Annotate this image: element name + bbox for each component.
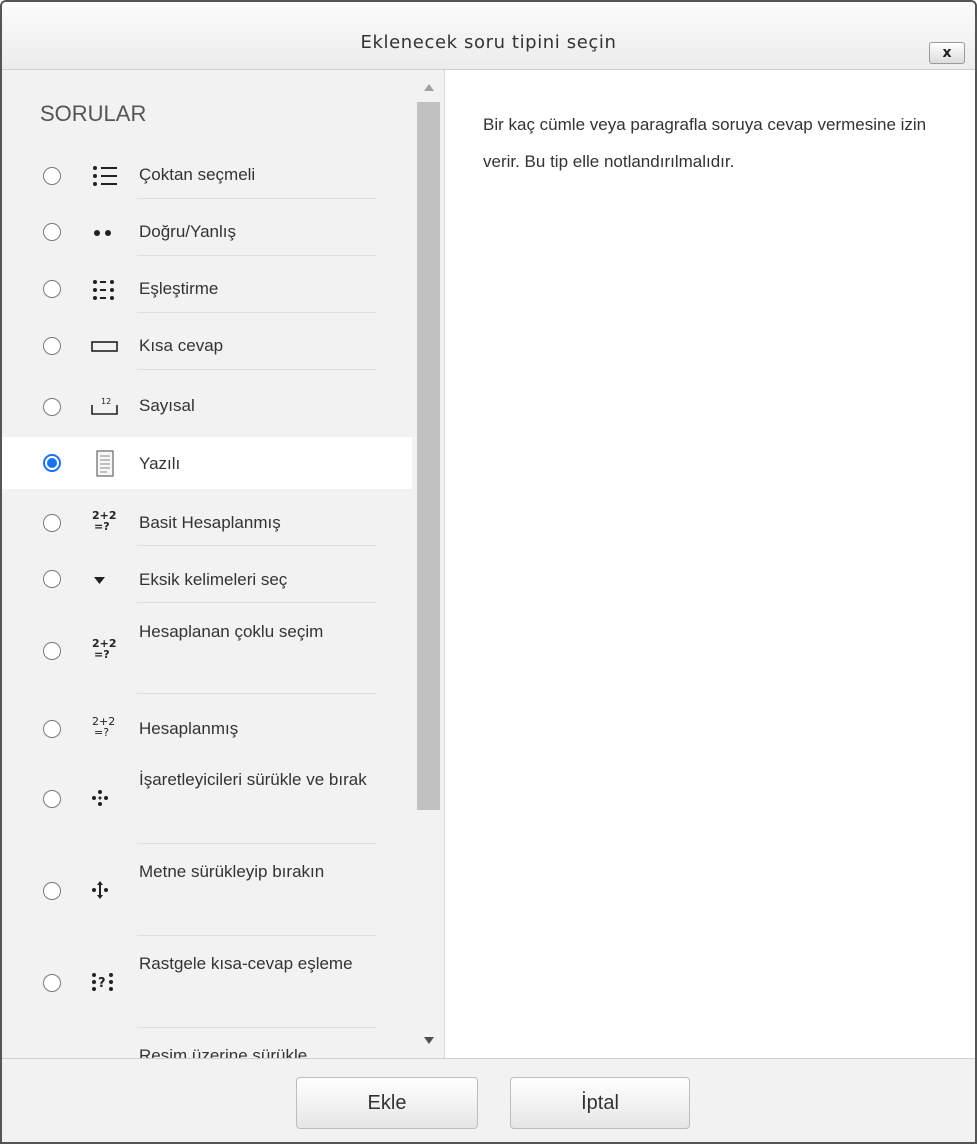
numerical-icon: 12 (91, 397, 118, 415)
dialog-footer: Ekle İptal (2, 1058, 975, 1142)
truefalse-icon (94, 230, 111, 236)
option-essay[interactable]: Yazılı (2, 437, 412, 489)
radio-button[interactable] (43, 337, 61, 355)
option-ddimageortext[interactable]: Resim üzerine sürükle (2, 1028, 412, 1058)
cancel-button[interactable]: İptal (510, 1077, 690, 1129)
radio-button[interactable] (43, 642, 61, 660)
svg-text:?: ? (98, 976, 106, 991)
option-label: Çoktan seçmeli (139, 165, 256, 184)
option-match[interactable]: Eşleştirme (2, 256, 412, 313)
option-label: Sayısal (139, 396, 195, 415)
option-label: Hesaplanan çoklu seçim (139, 622, 324, 641)
question-type-list-panel[interactable]: SORULAR Çoktan seçmeli Doğru/Yanlış Eşle… (2, 70, 445, 1058)
shortanswer-icon (91, 341, 118, 352)
option-label: Yazılı (139, 454, 181, 473)
option-label: Doğru/Yanlış (139, 222, 237, 241)
scroll-thumb[interactable] (417, 102, 440, 810)
radio-button[interactable] (43, 514, 61, 532)
option-label: Hesaplanmış (139, 719, 239, 738)
svg-text:=?: =? (94, 520, 110, 533)
option-randomsamatch[interactable]: ? Rastgele kısa-cevap eşleme (2, 936, 412, 1028)
radio-button[interactable] (43, 570, 61, 588)
option-calculatedmulti[interactable]: 2+2 =? Hesaplanan çoklu seçim (2, 603, 412, 694)
radio-button[interactable] (43, 167, 61, 185)
scroll-up-arrow-icon[interactable] (424, 84, 434, 91)
option-calculated[interactable]: 2+2 =? Hesaplanmış (2, 694, 412, 752)
radio-button[interactable] (43, 790, 61, 808)
option-label: Rastgele kısa-cevap eşleme (139, 954, 353, 973)
option-label: Basit Hesaplanmış (139, 513, 281, 532)
multichoice-icon (93, 166, 117, 186)
option-ddmarker[interactable]: İşaretleyicileri sürükle ve bırak (2, 752, 412, 844)
option-shortanswer[interactable]: Kısa cevap (2, 313, 412, 370)
list-scrollbar[interactable] (412, 70, 444, 1058)
option-numerical[interactable]: 12 Sayısal (2, 370, 412, 437)
randomsamatch-icon: ? (92, 973, 113, 991)
close-icon: x (942, 45, 952, 61)
section-header: SORULAR (40, 101, 147, 126)
option-label: Metne sürükleyip bırakın (139, 862, 325, 881)
ddmarker-icon (92, 790, 108, 806)
radio-button[interactable] (43, 974, 61, 992)
ddwtos-icon (92, 881, 108, 899)
option-label: İşaretleyicileri sürükle ve bırak (139, 770, 367, 789)
svg-text:=?: =? (94, 648, 110, 661)
calculated-icon: 2+2 =? (92, 715, 115, 739)
close-button[interactable]: x (929, 42, 965, 64)
question-type-description: Bir kaç cümle veya paragrafla soruya cev… (483, 115, 927, 171)
radio-button[interactable] (43, 454, 61, 472)
radio-button[interactable] (43, 280, 61, 298)
calculatedsimple-icon: 2+2 =? (92, 509, 117, 533)
radio-button[interactable] (43, 882, 61, 900)
gapselect-icon (94, 577, 105, 584)
option-multichoice[interactable]: Çoktan seçmeli (2, 142, 412, 199)
essay-icon (96, 450, 114, 477)
dialog-title: Eklenecek soru tipini seçin (360, 32, 617, 53)
option-label: Kısa cevap (139, 336, 224, 355)
option-label: Eşleştirme (139, 279, 219, 298)
svg-text:=?: =? (94, 726, 109, 739)
radio-button[interactable] (43, 223, 61, 241)
match-icon (93, 280, 114, 300)
option-label: Eksik kelimeleri seç (139, 570, 288, 589)
add-button[interactable]: Ekle (296, 1077, 478, 1129)
option-calculatedsimple[interactable]: 2+2 =? Basit Hesaplanmış (2, 489, 412, 546)
option-label: Resim üzerine sürükle (139, 1046, 308, 1058)
calculatedmulti-icon: 2+2 =? (92, 637, 117, 661)
svg-text:12: 12 (101, 397, 111, 406)
radio-button[interactable] (43, 720, 61, 738)
option-ddwtos[interactable]: Metne sürükleyip bırakın (2, 844, 412, 936)
option-gapselect[interactable]: Eksik kelimeleri seç (2, 546, 412, 603)
dialog-titlebar: Eklenecek soru tipini seçin x (2, 2, 975, 70)
radio-button[interactable] (43, 398, 61, 416)
scroll-down-arrow-icon[interactable] (424, 1037, 434, 1044)
option-truefalse[interactable]: Doğru/Yanlış (2, 199, 412, 256)
question-type-dialog: Eklenecek soru tipini seçin x SORULAR Ço… (0, 0, 977, 1144)
